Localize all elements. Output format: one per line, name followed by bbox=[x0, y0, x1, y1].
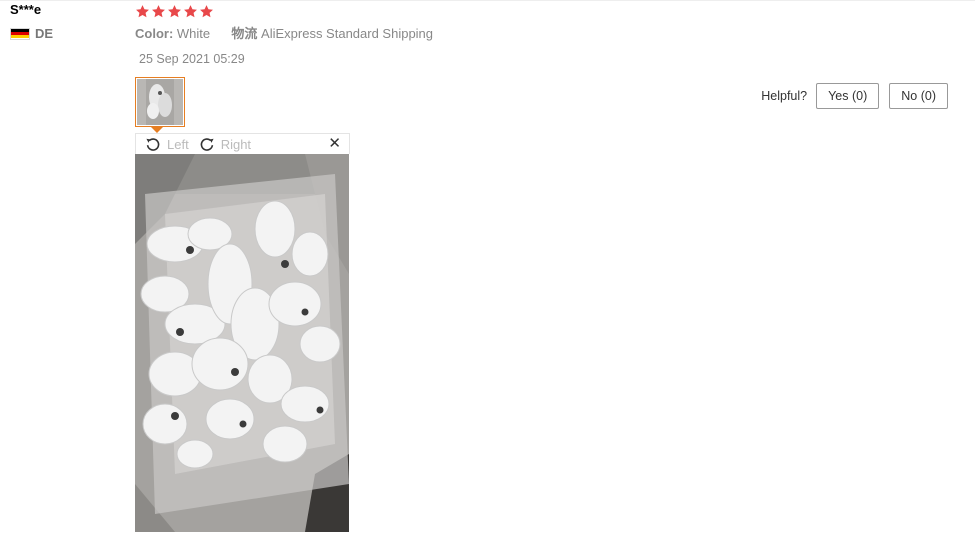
color-label: Color: bbox=[135, 26, 174, 41]
rotate-right-icon bbox=[200, 138, 214, 151]
review-photo-thumbnail[interactable] bbox=[135, 77, 185, 127]
review-attributes: Color: White 物流 AliExpress Standard Ship… bbox=[135, 26, 955, 42]
thumbnail-pointer bbox=[150, 126, 164, 133]
shipping-value: AliExpress Standard Shipping bbox=[261, 26, 434, 41]
review-photo-large bbox=[135, 154, 349, 532]
star-rating bbox=[135, 1, 955, 21]
star-icon bbox=[183, 4, 198, 19]
rotate-left-button[interactable]: Left bbox=[145, 136, 189, 152]
color-value: White bbox=[176, 26, 211, 41]
country-code: DE bbox=[35, 26, 54, 41]
star-icon bbox=[151, 4, 166, 19]
reviewer-country: DE bbox=[10, 26, 130, 41]
photo-viewer-toolbar: Left Right ✕ bbox=[135, 133, 350, 154]
star-icon bbox=[199, 4, 214, 19]
reviewer-info: S***e DE bbox=[10, 2, 130, 41]
helpful-yes-button[interactable]: Yes (0) bbox=[816, 83, 880, 109]
rotate-left-icon bbox=[146, 138, 160, 151]
photo-viewer: Left Right ✕ bbox=[135, 133, 350, 532]
helpful-vote: Helpful? Yes (0) No (0) bbox=[761, 83, 948, 109]
helpful-no-button[interactable]: No (0) bbox=[889, 83, 948, 109]
review-body: Color: White 物流 AliExpress Standard Ship… bbox=[135, 0, 955, 133]
helpful-label: Helpful? bbox=[761, 89, 808, 103]
close-icon[interactable]: ✕ bbox=[328, 135, 341, 153]
rotate-right-label: Right bbox=[220, 136, 252, 152]
shipping-label: 物流 bbox=[231, 26, 258, 41]
rotate-right-button[interactable]: Right bbox=[199, 136, 251, 152]
star-icon bbox=[135, 4, 150, 19]
review-date: 25 Sep 2021 05:29 bbox=[139, 52, 245, 66]
thumbnail-image bbox=[137, 79, 183, 125]
star-icon bbox=[167, 4, 182, 19]
reviewer-name: S***e bbox=[10, 2, 42, 17]
rotate-left-label: Left bbox=[167, 136, 189, 152]
germany-flag-icon bbox=[10, 27, 30, 40]
